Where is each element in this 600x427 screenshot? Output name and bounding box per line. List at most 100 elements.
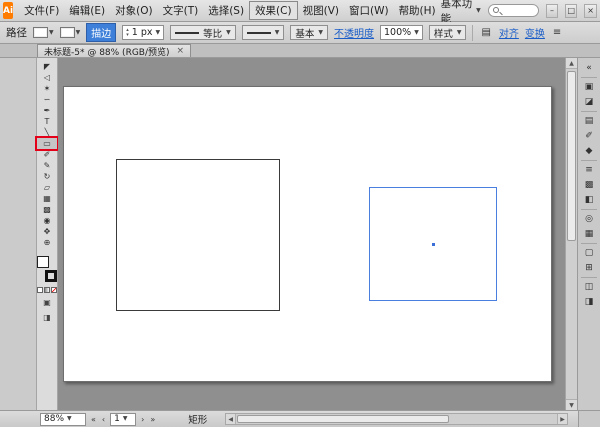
vertical-scrollbar[interactable]: ▲ ▼	[565, 58, 577, 410]
horizontal-scrollbar[interactable]: ◀ ▶	[225, 413, 568, 425]
stroke-color-swatch[interactable]: ▼	[59, 27, 80, 38]
tools-panel: ◤ ◁ ✶ ∽ ✒ T ╲ ▭ ✐ ✎ ↻ ▱ ▦ ▩ ◉ ✥ ⊕ ▣ ◨	[35, 58, 59, 410]
close-button[interactable]: ×	[584, 3, 597, 18]
last-artboard-button[interactable]: »	[149, 415, 156, 424]
pasteboard[interactable]	[58, 58, 565, 410]
divider	[472, 24, 474, 41]
chevron-down-icon: ▼	[318, 28, 324, 36]
chevron-down-icon: ▼	[226, 28, 231, 36]
fill-color-well[interactable]	[37, 256, 49, 268]
context-label: 路径	[6, 27, 27, 39]
brushes-panel-icon[interactable]: ✐	[580, 129, 599, 143]
scroll-up-icon[interactable]: ▲	[566, 58, 577, 69]
stepper-icon[interactable]: ▴ ▾	[126, 27, 129, 38]
style-dropdown[interactable]: 样式 ▼	[428, 25, 467, 40]
minimize-button[interactable]: –	[545, 3, 559, 18]
previous-artboard-button[interactable]: ‹	[101, 415, 106, 424]
brush-definition-dropdown[interactable]: 基本 ▼	[290, 25, 329, 40]
menu-effect[interactable]: 效果(C)	[249, 1, 298, 20]
color-panel-icon[interactable]: ▣	[580, 80, 599, 94]
menu-object[interactable]: 对象(O)	[110, 2, 157, 19]
next-artboard-button[interactable]: ›	[140, 415, 145, 424]
hand-tool[interactable]: ✥	[37, 226, 57, 237]
screen-mode-button[interactable]: ◨	[39, 312, 55, 323]
rectangle-shape-blue-selected[interactable]	[369, 187, 497, 301]
scroll-left-icon[interactable]: ◀	[226, 414, 237, 424]
pencil-tool[interactable]: ✎	[37, 160, 57, 171]
fill-color-swatch[interactable]: ▼	[33, 27, 54, 38]
opacity-field[interactable]: 100% ▼	[380, 25, 423, 40]
rectangle-tool[interactable]: ▭	[35, 136, 59, 151]
gradient-panel-icon[interactable]: ▩	[580, 178, 599, 192]
align-panel-icon[interactable]: ◫	[580, 280, 599, 294]
color-button[interactable]	[37, 287, 43, 293]
artboard[interactable]	[63, 86, 552, 382]
lasso-tool[interactable]: ∽	[37, 94, 57, 105]
direct-selection-tool[interactable]: ◁	[37, 72, 57, 83]
search-input[interactable]	[487, 4, 539, 17]
none-button[interactable]	[51, 287, 57, 293]
pathfinder-panel-icon[interactable]: ◨	[580, 295, 599, 309]
rotate-tool[interactable]: ↻	[37, 171, 57, 182]
artboard-number-value: 1	[114, 414, 120, 424]
zoom-level-field[interactable]: 88% ▼	[40, 412, 86, 426]
stroke-style-dropdown[interactable]: ▼	[241, 25, 285, 40]
paintbrush-tool[interactable]: ✐	[37, 149, 57, 160]
color-mode-buttons	[37, 287, 57, 293]
opacity-panel-link[interactable]: 不透明度	[334, 25, 374, 40]
artboards-panel-icon[interactable]: ⊞	[580, 261, 599, 275]
gradient-button[interactable]	[44, 287, 50, 293]
chevron-down-icon: ▼	[67, 415, 72, 422]
mesh-tool[interactable]: ▦	[37, 193, 57, 204]
draw-mode-button[interactable]: ▣	[39, 297, 55, 308]
divider	[581, 209, 597, 210]
transparency-panel-icon[interactable]: ◧	[580, 193, 599, 207]
maximize-button[interactable]: □	[565, 3, 578, 18]
menu-select[interactable]: 选择(S)	[203, 2, 249, 19]
scroll-down-icon[interactable]: ▼	[566, 399, 577, 410]
stroke-width-field[interactable]: ▴ ▾ 1 px ▼	[122, 25, 165, 40]
stroke-panel-link[interactable]: 描边	[86, 23, 117, 42]
magic-wand-tool[interactable]: ✶	[37, 83, 57, 94]
eyedropper-tool[interactable]: ◉	[37, 215, 57, 226]
layers-panel-icon[interactable]: ▢	[580, 246, 599, 260]
transform-panel-link[interactable]: 变换	[525, 25, 545, 40]
document-tab[interactable]: 未标题-5* @ 88% (RGB/预览) ×	[37, 44, 192, 58]
swatches-panel-icon[interactable]: ▤	[580, 114, 599, 128]
width-profile-dropdown[interactable]: 等比 ▼	[170, 25, 236, 40]
menu-file[interactable]: 文件(F)	[19, 2, 64, 19]
zoom-tool[interactable]: ⊕	[37, 237, 57, 248]
type-tool[interactable]: T	[37, 116, 57, 127]
menu-edit[interactable]: 编辑(E)	[64, 2, 110, 19]
menu-window[interactable]: 窗口(W)	[344, 2, 394, 19]
scroll-right-icon[interactable]: ▶	[557, 414, 567, 424]
vertical-scrollbar-thumb[interactable]	[567, 71, 576, 241]
appearance-panel-icon[interactable]: ◎	[580, 212, 599, 226]
expand-dock-icon[interactable]: «	[580, 61, 599, 75]
color-guide-panel-icon[interactable]: ◪	[580, 95, 599, 109]
stroke-panel-icon[interactable]: ≡	[580, 163, 599, 177]
first-artboard-button[interactable]: «	[90, 415, 97, 424]
rectangle-shape-black[interactable]	[116, 159, 280, 311]
artboard-number-field[interactable]: 1 ▼	[110, 412, 137, 426]
menu-view[interactable]: 视图(V)	[298, 2, 344, 19]
graphic-styles-panel-icon[interactable]: ▦	[580, 227, 599, 241]
selection-tool[interactable]: ◤	[37, 61, 57, 72]
gradient-tool[interactable]: ▩	[37, 204, 57, 215]
shape-options-icon[interactable]: ▤	[479, 27, 492, 38]
control-bar: 路径 ▼ ▼ 描边 ▴ ▾ 1 px ▼ 等比 ▼ ▼ 基本 ▼ 不透明度 10…	[0, 22, 600, 44]
stroke-color-well[interactable]	[45, 270, 57, 282]
panel-menu-icon[interactable]: ≡	[551, 27, 563, 38]
center-point-icon	[431, 242, 435, 246]
line-segment-tool[interactable]: ╲	[37, 127, 57, 138]
brush-definition-value: 基本	[295, 28, 315, 40]
menu-type[interactable]: 文字(T)	[158, 2, 204, 19]
symbols-panel-icon[interactable]: ◆	[580, 144, 599, 158]
scale-tool[interactable]: ▱	[37, 182, 57, 193]
opacity-value: 100%	[384, 27, 412, 38]
align-panel-link[interactable]: 对齐	[499, 25, 519, 40]
pen-tool[interactable]: ✒	[37, 105, 57, 116]
menu-help[interactable]: 帮助(H)	[394, 2, 441, 19]
tab-close-icon[interactable]: ×	[177, 46, 185, 56]
horizontal-scrollbar-thumb[interactable]	[237, 415, 449, 423]
